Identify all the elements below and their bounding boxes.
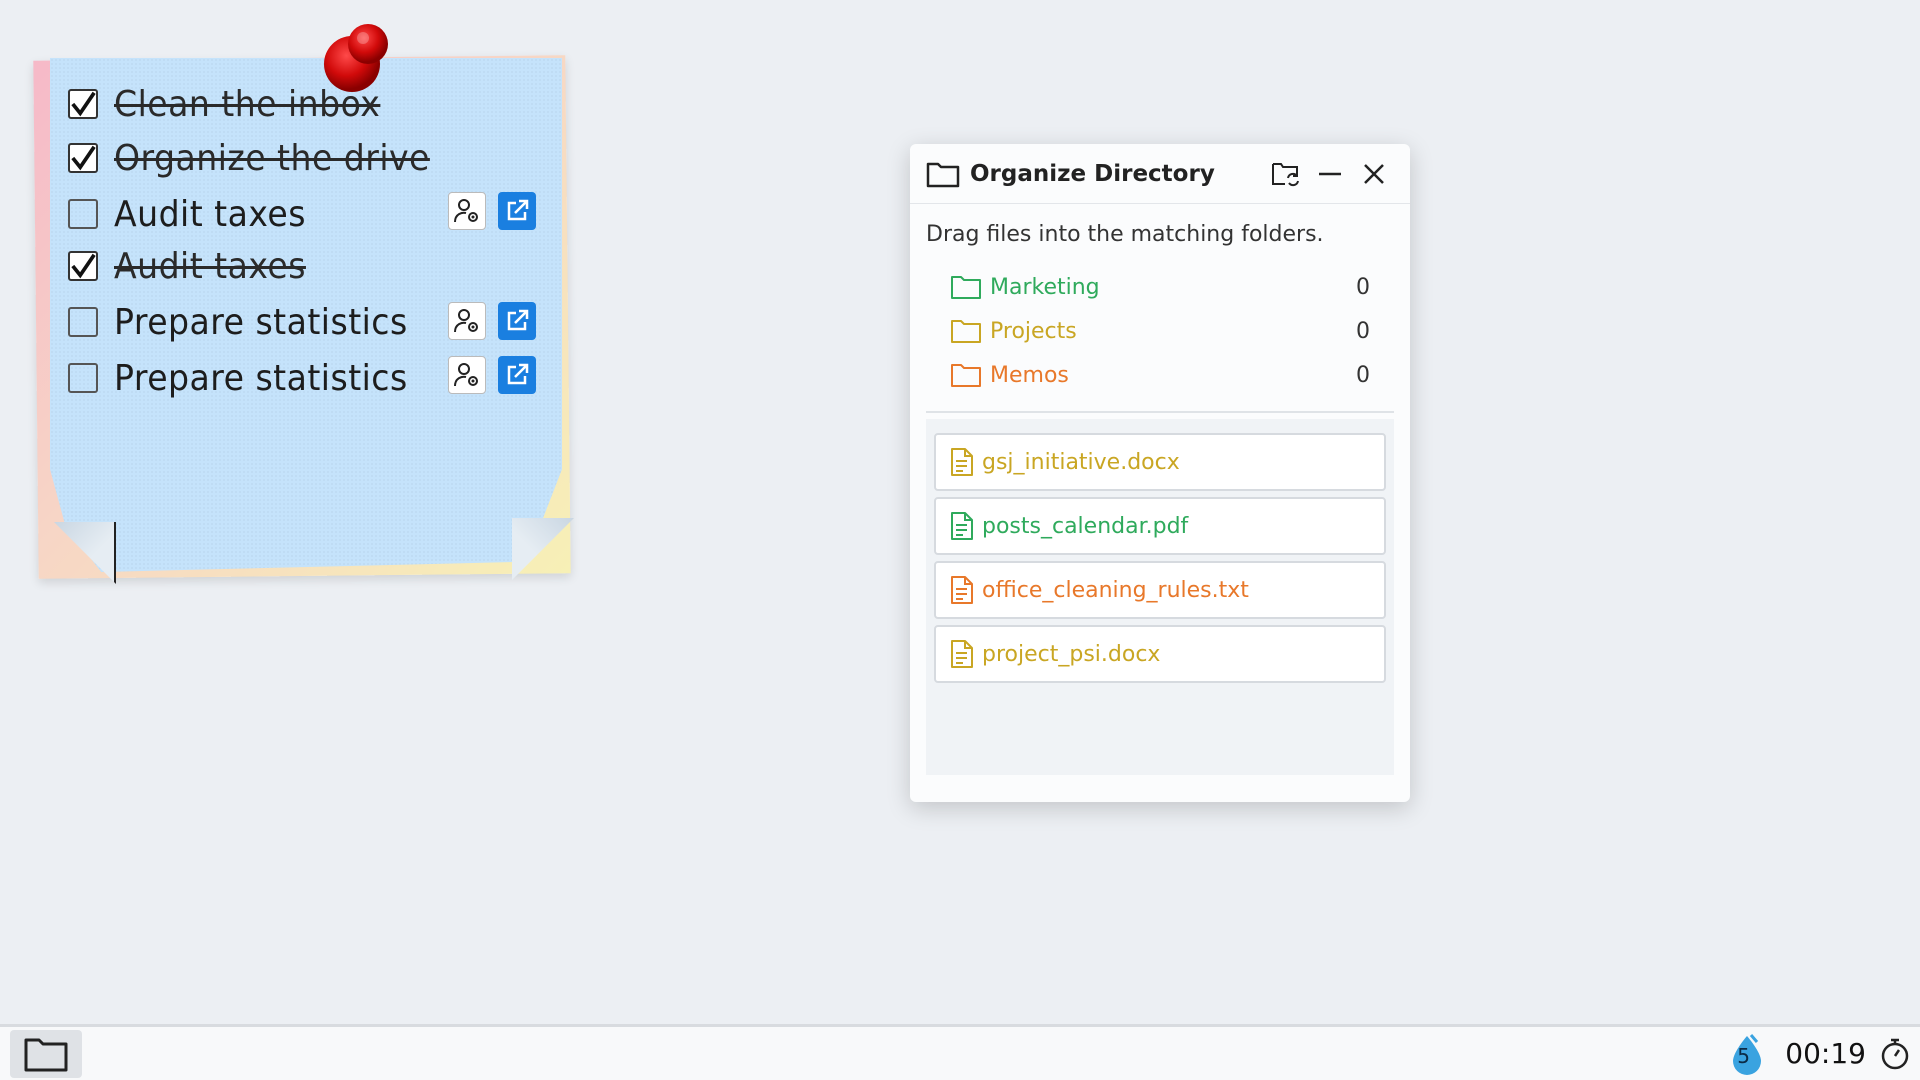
checkmark-icon [71, 145, 96, 171]
file-name: office_cleaning_rules.txt [982, 577, 1249, 603]
task-checkbox[interactable] [68, 89, 98, 119]
file-item[interactable]: project_psi.docx [934, 625, 1386, 683]
folder-memos[interactable]: Memos 0 [950, 353, 1370, 397]
file-name: project_psi.docx [982, 641, 1161, 667]
task-checkbox[interactable] [68, 363, 98, 393]
organize-directory-window: Organize Directory Drag files into the m… [910, 144, 1410, 802]
folder-name: Memos [990, 362, 1069, 388]
task-row: Audit taxes [68, 190, 323, 238]
task-label: Prepare statistics [114, 301, 408, 343]
task-label: Prepare statistics [114, 357, 408, 399]
folder-marketing[interactable]: Marketing 0 [950, 265, 1370, 309]
reset-folders-button[interactable] [1266, 154, 1306, 194]
assign-button[interactable] [448, 192, 486, 230]
sticky-note: Clean the inbox Organize the drive Audit… [33, 24, 574, 584]
folder-count: 0 [1356, 362, 1370, 388]
document-icon [951, 512, 973, 540]
task-checkbox[interactable] [68, 307, 98, 337]
task-label: Audit taxes [114, 193, 306, 235]
file-name: gsj_initiative.docx [982, 449, 1180, 475]
folder-name: Projects [990, 318, 1077, 344]
assign-button[interactable] [448, 302, 486, 340]
open-task-button[interactable] [498, 192, 536, 230]
divider [926, 411, 1394, 413]
external-link-icon [507, 309, 529, 331]
assign-button[interactable] [448, 356, 486, 394]
folder-icon [24, 1038, 68, 1071]
folder-count: 0 [1356, 274, 1370, 300]
folder-icon [926, 162, 960, 187]
user-gear-icon [454, 199, 478, 223]
task-label: Organize the drive [114, 137, 430, 179]
instruction-text: Drag files into the matching folders. [926, 222, 1324, 247]
user-gear-icon [454, 363, 478, 387]
file-item[interactable]: posts_calendar.pdf [934, 497, 1386, 555]
file-item[interactable]: office_cleaning_rules.txt [934, 561, 1386, 619]
file-item[interactable]: gsj_initiative.docx [934, 433, 1386, 491]
task-actions [448, 302, 536, 340]
open-task-button[interactable] [498, 356, 536, 394]
window-title: Organize Directory [970, 160, 1215, 187]
folder-projects[interactable]: Projects 0 [950, 309, 1370, 353]
folder-sync-icon [1272, 162, 1299, 186]
file-list: gsj_initiative.docx posts_calendar.pdf o… [926, 419, 1394, 775]
folder-count: 0 [1356, 318, 1370, 344]
folder-name: Marketing [990, 274, 1100, 300]
minimize-button[interactable] [1310, 154, 1350, 194]
timer-display: 00:19 [1785, 1037, 1866, 1070]
stopwatch-icon[interactable] [1880, 1037, 1910, 1071]
close-icon [1364, 163, 1384, 184]
folder-icon [951, 320, 981, 343]
task-row: Audit taxes [68, 242, 323, 290]
folder-list: Marketing 0 Projects 0 Memos 0 [910, 247, 1410, 397]
document-icon [951, 640, 973, 668]
folder-icon [951, 364, 981, 387]
external-link-icon [507, 363, 529, 385]
file-name: posts_calendar.pdf [982, 513, 1189, 539]
task-checkbox[interactable] [68, 199, 98, 229]
document-icon [951, 576, 973, 604]
window-header[interactable]: Organize Directory [910, 144, 1410, 204]
open-task-button[interactable] [498, 302, 536, 340]
task-actions [448, 192, 536, 230]
task-checkbox[interactable] [68, 251, 98, 281]
task-label: Clean the inbox [114, 83, 381, 125]
task-label: Audit taxes [114, 245, 306, 287]
task-row: Prepare statistics [68, 298, 433, 346]
folder-icon [951, 276, 981, 299]
checkmark-icon [71, 253, 96, 279]
task-row: Clean the inbox [68, 80, 404, 128]
badge-count: 5 [1737, 1043, 1751, 1068]
document-icon [951, 448, 973, 476]
user-gear-icon [454, 309, 478, 333]
external-link-icon [507, 199, 529, 221]
task-row: Prepare statistics [68, 354, 433, 402]
task-row: Organize the drive [68, 134, 457, 182]
taskbar: 5 00:19 [0, 1024, 1920, 1080]
task-actions [448, 356, 536, 394]
system-tray: 5 00:19 [1727, 1032, 1910, 1076]
close-button[interactable] [1354, 154, 1394, 194]
taskbar-folder-button[interactable] [10, 1029, 82, 1078]
minimize-icon [1319, 172, 1341, 175]
task-checkbox[interactable] [68, 143, 98, 173]
notification-badge[interactable]: 5 [1727, 1032, 1767, 1076]
checkmark-icon [71, 91, 96, 117]
